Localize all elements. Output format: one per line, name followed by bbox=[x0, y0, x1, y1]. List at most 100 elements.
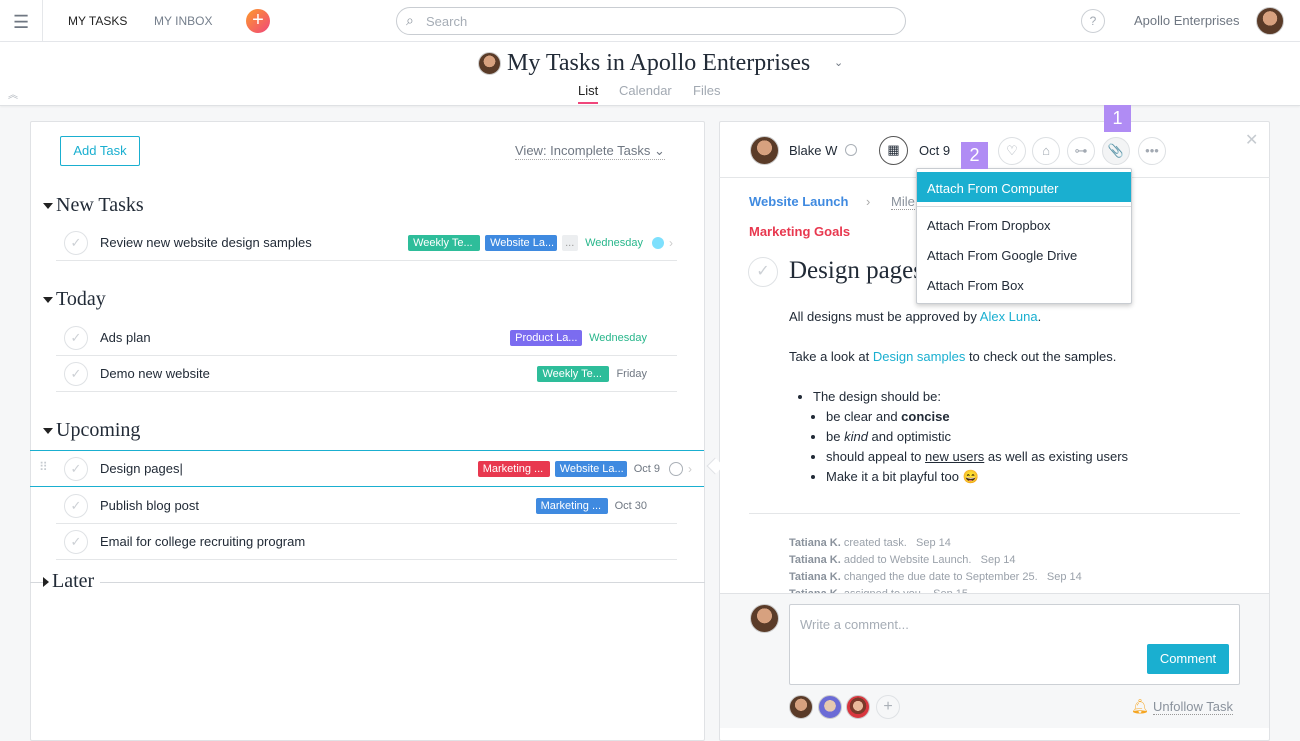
due-date[interactable]: Oct 9 bbox=[919, 143, 950, 158]
activity-item: Tatiana K. created task. Sep 14 bbox=[789, 537, 951, 549]
task-row[interactable]: ✓ Demo new website Weekly Te... Friday bbox=[56, 356, 677, 392]
list-item: should appeal to new users as well as ex… bbox=[826, 447, 1239, 467]
nav-my-inbox[interactable]: MY INBOX bbox=[154, 14, 212, 28]
paperclip-icon[interactable]: 📎 bbox=[1102, 137, 1130, 165]
complete-checkbox[interactable]: ✓ bbox=[64, 231, 88, 255]
task-name-input[interactable]: Design pages| bbox=[100, 461, 183, 476]
page-title: My Tasks in Apollo Enterprises bbox=[507, 50, 811, 76]
unfollow-task-link[interactable]: Unfollow Task bbox=[1153, 699, 1233, 715]
project-tag[interactable]: Website La... bbox=[485, 235, 558, 251]
task-row-selected[interactable]: ⠿ ✓ Design pages| Marketing ... Website L… bbox=[30, 450, 704, 487]
collapse-header-icon[interactable]: ︽ bbox=[8, 86, 18, 101]
section-title: Upcoming bbox=[56, 419, 141, 441]
tab-list[interactable]: List bbox=[578, 83, 599, 104]
project-tag[interactable]: Weekly Te... bbox=[408, 235, 481, 251]
follower-avatar[interactable] bbox=[789, 695, 813, 719]
tag-icon[interactable]: ⌂ bbox=[1032, 137, 1060, 165]
tab-calendar[interactable]: Calendar bbox=[619, 83, 672, 98]
project-tag[interactable]: Product La... bbox=[510, 330, 583, 346]
task-name: Email for college recruiting program bbox=[100, 534, 306, 549]
divider bbox=[917, 206, 1131, 207]
add-follower-plus-icon[interactable]: + bbox=[876, 695, 900, 719]
drag-handle-icon[interactable]: ⠿ bbox=[39, 460, 48, 474]
assignee-name[interactable]: Blake W bbox=[789, 143, 837, 158]
complete-checkbox[interactable]: ✓ bbox=[64, 326, 88, 350]
project-link[interactable]: Marketing Goals bbox=[749, 224, 850, 239]
menu-item-attach-computer[interactable]: Attach From Computer bbox=[917, 172, 1131, 202]
user-link[interactable]: Alex Luna bbox=[980, 309, 1038, 324]
project-tag[interactable]: Marketing ... bbox=[535, 498, 608, 514]
tab-files[interactable]: Files bbox=[693, 83, 720, 98]
menu-item-attach-google-drive[interactable]: Attach From Google Drive bbox=[917, 239, 1131, 269]
activity-item: Tatiana K. changed the due date to Septe… bbox=[789, 571, 1082, 583]
list-item: be kind and optimistic bbox=[826, 427, 1239, 447]
complete-task-checkbox[interactable]: ✓ bbox=[748, 257, 778, 287]
activity-item: Tatiana K. added to Website Launch. Sep … bbox=[789, 554, 1016, 566]
section-today[interactable]: Today bbox=[43, 288, 106, 311]
task-row[interactable]: ✓ Publish blog post Marketing ... Oct 30 bbox=[56, 488, 677, 524]
caret-down-icon bbox=[43, 297, 53, 304]
assignee-circle-icon[interactable] bbox=[669, 462, 683, 476]
breadcrumb-section[interactable]: Mile bbox=[891, 194, 915, 210]
task-name: Review new website design samples bbox=[100, 235, 312, 250]
annotation-badge-2: 2 bbox=[961, 142, 988, 169]
more-tags[interactable]: ... bbox=[562, 235, 579, 251]
chevron-right-icon[interactable]: › bbox=[688, 462, 692, 476]
follower-avatar[interactable] bbox=[818, 695, 842, 719]
task-title[interactable]: Design pages bbox=[789, 257, 923, 285]
nav-my-tasks[interactable]: MY TASKS bbox=[68, 14, 127, 28]
project-tag[interactable]: Weekly Te... bbox=[537, 366, 610, 382]
complete-checkbox[interactable]: ✓ bbox=[64, 530, 88, 554]
task-row[interactable]: ✓ Ads plan Product La... Wednesday bbox=[56, 320, 677, 356]
comment-button[interactable]: Comment bbox=[1147, 644, 1229, 674]
user-avatar bbox=[750, 604, 779, 633]
project-tag[interactable]: Website La... bbox=[554, 461, 627, 477]
section-later[interactable]: Later bbox=[43, 570, 101, 593]
project-tag[interactable]: Marketing ... bbox=[477, 461, 550, 477]
menu-item-attach-box[interactable]: Attach From Box bbox=[917, 269, 1131, 299]
subtask-icon[interactable]: ⊶ bbox=[1067, 137, 1095, 165]
task-description[interactable]: All designs must be approved by Alex Lun… bbox=[789, 307, 1239, 487]
complete-checkbox[interactable]: ✓ bbox=[64, 457, 88, 481]
user-avatar[interactable] bbox=[1256, 7, 1284, 35]
calendar-icon[interactable]: ▦ bbox=[879, 136, 908, 165]
menu-item-attach-dropbox[interactable]: Attach From Dropbox bbox=[917, 209, 1131, 239]
add-task-button[interactable]: Add Task bbox=[60, 136, 140, 166]
section-upcoming[interactable]: Upcoming bbox=[43, 419, 140, 442]
task-row[interactable]: ✓ Review new website design samples Week… bbox=[56, 225, 677, 261]
section-new-tasks[interactable]: New Tasks bbox=[43, 194, 144, 217]
heart-icon[interactable]: ♡ bbox=[998, 137, 1026, 165]
chevron-down-icon[interactable]: ⌄ bbox=[834, 56, 843, 69]
quick-add-plus-icon[interactable]: + bbox=[246, 9, 270, 33]
complete-checkbox[interactable]: ✓ bbox=[64, 494, 88, 518]
bullet-list: The design should be: bbox=[813, 387, 1239, 407]
list-item: The design should be: bbox=[813, 387, 1239, 407]
search-input[interactable]: ⌕ Search bbox=[396, 7, 906, 35]
assignee-avatar[interactable] bbox=[750, 136, 779, 165]
hamburger-menu-icon[interactable]: ☰ bbox=[13, 12, 29, 33]
chevron-right-icon[interactable]: › bbox=[669, 236, 673, 250]
breadcrumb-project-link[interactable]: Website Launch bbox=[749, 194, 848, 209]
view-filter-dropdown[interactable]: View: Incomplete Tasks ⌄ bbox=[515, 143, 665, 160]
search-icon: ⌕ bbox=[406, 12, 414, 28]
design-samples-link[interactable]: Design samples bbox=[873, 349, 966, 364]
new-dot-icon bbox=[652, 237, 664, 249]
description-line: All designs must be approved by Alex Lun… bbox=[789, 309, 1042, 324]
organization-name[interactable]: Apollo Enterprises bbox=[1134, 13, 1240, 28]
divider bbox=[42, 0, 43, 42]
status-circle-icon bbox=[845, 144, 857, 156]
help-icon[interactable]: ? bbox=[1081, 9, 1105, 33]
sub-bullet-list: be clear and concise be kind and optimis… bbox=[826, 407, 1239, 487]
more-options-icon[interactable]: ••• bbox=[1138, 137, 1166, 165]
due-date: Wednesday bbox=[589, 332, 647, 344]
annotation-badge-1: 1 bbox=[1104, 105, 1131, 132]
complete-checkbox[interactable]: ✓ bbox=[64, 362, 88, 386]
task-name: Publish blog post bbox=[100, 498, 200, 513]
caret-down-icon bbox=[43, 203, 53, 210]
follower-avatar[interactable] bbox=[846, 695, 870, 719]
caret-down-icon bbox=[43, 428, 53, 435]
task-name: Design pages bbox=[100, 461, 180, 476]
task-row[interactable]: ✓ Email for college recruiting program bbox=[56, 524, 677, 560]
task-name: Ads plan bbox=[100, 330, 151, 345]
close-icon[interactable]: ✕ bbox=[1245, 130, 1258, 150]
